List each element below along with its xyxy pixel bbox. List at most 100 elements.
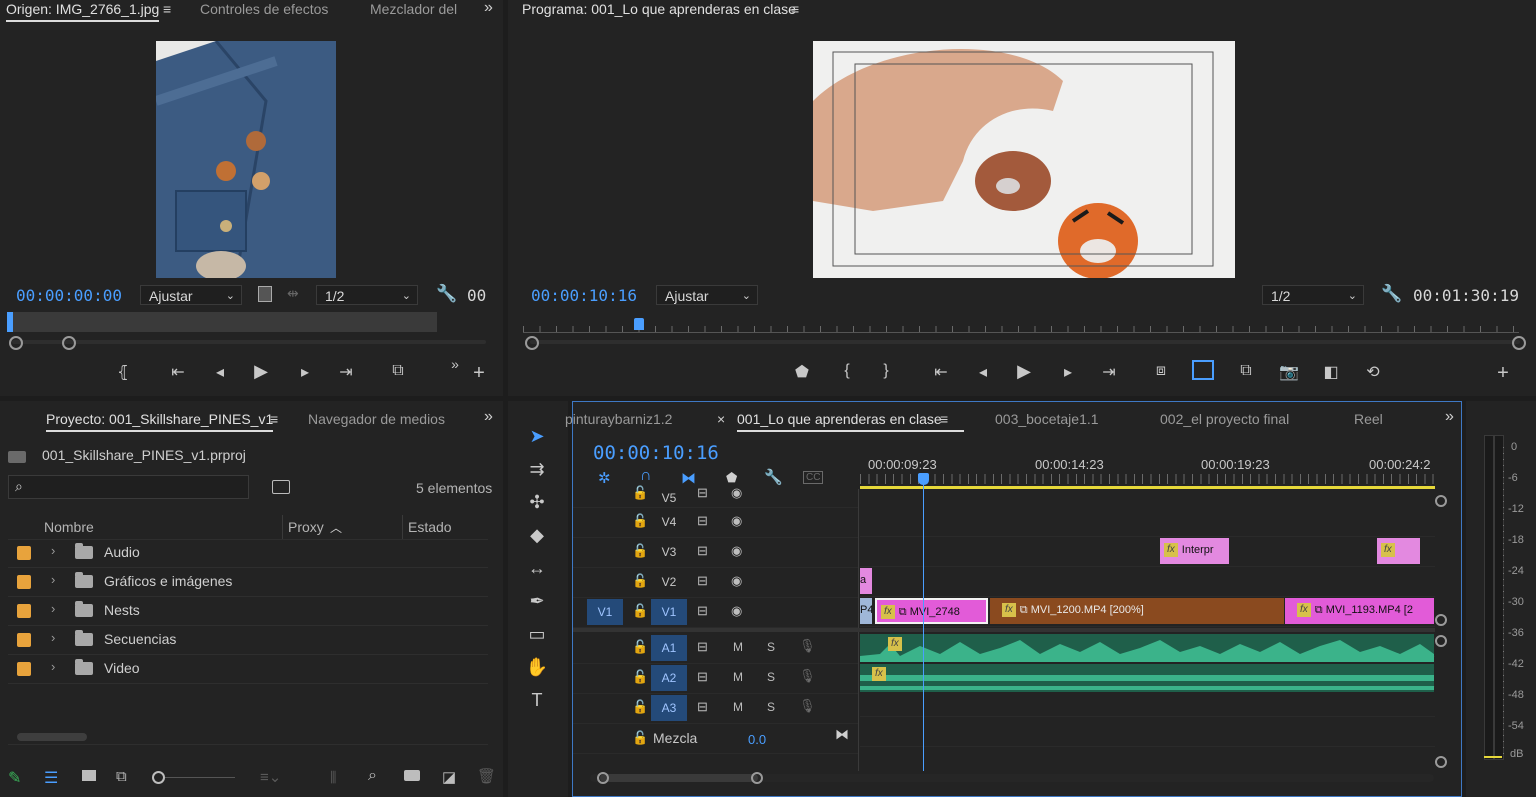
go-to-out-icon[interactable]: ⇥	[334, 362, 358, 382]
insert-icon[interactable]: ⧉	[386, 362, 410, 380]
sort-ascending-icon[interactable]: ︿	[330, 519, 342, 536]
source-ruler[interactable]	[10, 312, 437, 332]
scroll-handle-left[interactable]	[9, 336, 23, 350]
panel-overflow-icon[interactable]: »	[484, 408, 493, 426]
tab-source[interactable]: Origen: IMG_2766_1.jpg	[6, 1, 160, 22]
tab-sequence-003[interactable]: 003_bocetaje1.1	[995, 411, 1099, 427]
sync-lock-icon[interactable]: ⊟	[697, 485, 708, 501]
label-color-swatch[interactable]	[17, 604, 31, 618]
track-select-tool-icon[interactable]: ⇉	[523, 455, 551, 483]
clip-v3-right[interactable]: fx	[1377, 538, 1420, 564]
zoom-slider-knob[interactable]	[152, 771, 165, 784]
timeline-playhead-line[interactable]	[923, 480, 924, 771]
timeline-menu-icon[interactable]: ≡	[940, 411, 948, 427]
clip-v1-mvi1200[interactable]: fx ⧉ MVI_1200.MP4 [200%]	[990, 598, 1284, 624]
lock-icon[interactable]: 🔓	[632, 730, 648, 746]
search-input[interactable]: ⌕	[8, 475, 249, 499]
sync-lock-icon[interactable]: ⊟	[697, 603, 708, 619]
mark-out-icon[interactable]: }	[874, 362, 898, 380]
list-view-icon[interactable]: ☰	[44, 768, 58, 788]
tab-project[interactable]: Proyecto: 001_Skillshare_PINES_v1	[46, 411, 274, 432]
work-area-bar[interactable]	[860, 486, 1435, 489]
new-bin-icon[interactable]	[404, 770, 420, 781]
source-playhead[interactable]	[7, 312, 13, 332]
panel-overflow-icon[interactable]: »	[484, 0, 493, 17]
source-zoom-scrollbar[interactable]	[12, 340, 486, 344]
microphone-icon[interactable]: 🎙	[799, 668, 816, 684]
program-zoom-select[interactable]: Ajustar ⌄	[656, 285, 758, 305]
icon-view-icon[interactable]	[82, 770, 96, 781]
mix-value[interactable]: 0.0	[748, 732, 766, 747]
solo-button[interactable]: S	[767, 670, 775, 684]
track-label[interactable]: A2	[651, 665, 687, 691]
list-item[interactable]: › Nests	[8, 596, 488, 626]
lock-icon[interactable]: 🔓	[632, 513, 648, 529]
go-to-edit-point-icon[interactable]: ⧓	[835, 726, 849, 743]
type-tool-icon[interactable]: T	[523, 686, 551, 714]
pen-tool-icon[interactable]: ✒	[523, 587, 551, 615]
clip-v1-mvi2748[interactable]: fx ⧉ MVI_2748	[875, 598, 988, 624]
nest-sequence-icon[interactable]: ✲	[598, 469, 611, 487]
play-icon[interactable]: ▶	[249, 361, 273, 382]
program-ruler[interactable]	[523, 318, 1519, 333]
program-playhead[interactable]	[634, 318, 644, 330]
list-item[interactable]: › Secuencias	[8, 625, 488, 655]
solo-button[interactable]: S	[767, 700, 775, 714]
disclosure-triangle-icon[interactable]: ›	[51, 572, 55, 587]
extract-icon[interactable]: ⧉	[1234, 362, 1258, 380]
eye-icon[interactable]: ◉	[731, 543, 742, 559]
zoom-handle-left[interactable]	[597, 772, 609, 784]
ripple-edit-tool-icon[interactable]: ✣	[523, 488, 551, 516]
disclosure-triangle-icon[interactable]: ›	[51, 543, 55, 558]
go-to-out-icon[interactable]: ⇥	[1097, 362, 1121, 382]
column-status[interactable]: Estado	[408, 519, 452, 535]
lock-icon[interactable]: 🔓	[632, 573, 648, 589]
camera-icon[interactable]: 📷	[1277, 362, 1301, 382]
time-ruler[interactable]	[860, 474, 1435, 484]
track-label[interactable]: V4	[651, 509, 687, 535]
disclosure-triangle-icon[interactable]: ›	[51, 601, 55, 616]
mark-in-icon[interactable]: ⦃	[111, 362, 135, 382]
step-back-icon[interactable]: ◂	[971, 362, 995, 382]
program-resolution-select[interactable]: 1/2 ⌄	[1262, 285, 1364, 305]
horizontal-scrollbar[interactable]	[17, 733, 87, 741]
selection-tool-icon[interactable]: ➤	[523, 422, 551, 450]
lock-icon[interactable]: 🔓	[632, 543, 648, 559]
column-name[interactable]: Nombre	[44, 519, 94, 535]
trash-icon[interactable]: 🗑	[477, 767, 496, 785]
razor-tool-icon[interactable]: ◆	[523, 521, 551, 549]
vscroll-video-bottom[interactable]	[1435, 614, 1447, 626]
go-to-in-icon[interactable]: ⇤	[166, 362, 190, 382]
sync-lock-icon[interactable]: ⊟	[697, 699, 708, 715]
new-search-bin-icon[interactable]	[272, 480, 290, 494]
tab-sequence-reel[interactable]: Reel	[1354, 411, 1383, 427]
sync-lock-icon[interactable]: ⊟	[697, 639, 708, 655]
scroll-handle-right[interactable]	[62, 336, 76, 350]
lock-icon[interactable]: 🔓	[632, 485, 648, 501]
scroll-handle-right[interactable]	[1512, 336, 1526, 350]
mute-button[interactable]: M	[733, 670, 743, 684]
go-to-in-icon[interactable]: ⇤	[929, 362, 953, 382]
timeline-playhead-handle[interactable]	[918, 473, 929, 485]
vscroll-audio-top[interactable]	[1435, 635, 1447, 647]
find-icon[interactable]: ⌕	[368, 767, 377, 785]
disclosure-triangle-icon[interactable]: ›	[51, 630, 55, 645]
list-item[interactable]: › Video	[8, 654, 488, 684]
mark-in-icon[interactable]: {	[835, 362, 859, 380]
lock-icon[interactable]: 🔓	[632, 639, 648, 655]
zoom-handle-right[interactable]	[751, 772, 763, 784]
add-button-icon[interactable]: +	[1491, 362, 1515, 385]
label-color-swatch[interactable]	[17, 546, 31, 560]
mute-button[interactable]: M	[733, 640, 743, 654]
source-zoom-select[interactable]: Ajustar ⌄	[140, 285, 242, 305]
wrench-icon[interactable]: 🔧	[1381, 284, 1402, 304]
hand-tool-icon[interactable]: ✋	[523, 653, 551, 681]
scroll-handle-left[interactable]	[525, 336, 539, 350]
source-patch-v1[interactable]: V1	[587, 599, 623, 625]
tab-sequence-pintura[interactable]: pinturaybarniz1.2	[565, 411, 675, 427]
vr-video-icon[interactable]: ⟲	[1361, 362, 1385, 382]
source-timecode[interactable]: 00:00:00:00	[16, 286, 122, 305]
clip-v1-mvi1193[interactable]: fx ⧉ MVI_1193.MP4 [2	[1285, 598, 1434, 624]
track-label[interactable]: A3	[651, 695, 687, 721]
snap-magnet-icon[interactable]: ∩	[640, 467, 652, 485]
